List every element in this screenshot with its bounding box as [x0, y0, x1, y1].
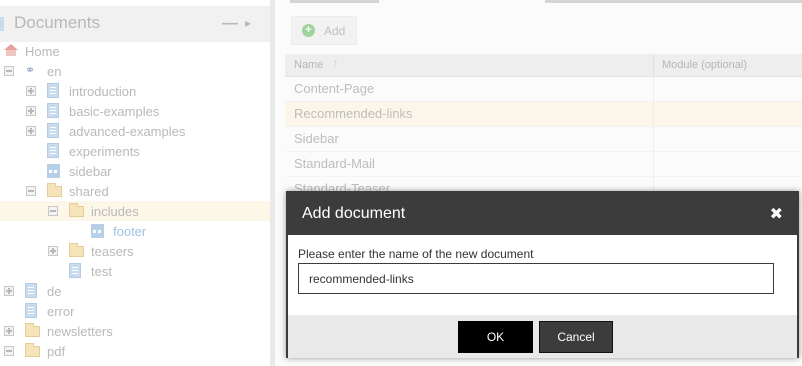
tree-item-label: en	[47, 64, 62, 79]
tree-item-label: Home	[25, 44, 60, 59]
collapse-toggle-icon[interactable]	[26, 186, 36, 196]
add-button[interactable]: + Add	[291, 16, 357, 45]
tree-item-includes[interactable]: includes	[0, 201, 270, 221]
tree-item-label: pdf	[47, 344, 66, 359]
expand-toggle-icon[interactable]	[48, 246, 58, 256]
tree-item-pdf[interactable]: pdf	[0, 341, 270, 361]
collapse-icon[interactable]: —	[222, 15, 238, 33]
document-icon	[47, 123, 59, 138]
component-icon	[91, 224, 104, 238]
cell-name: Content-Page	[294, 81, 375, 96]
tab-strip	[545, 0, 802, 3]
collapse-toggle-icon[interactable]	[48, 206, 58, 216]
table-header: Name ↑ Module (optional)	[285, 54, 802, 77]
column-divider	[653, 102, 654, 126]
tree-item-introduction[interactable]: introduction	[0, 81, 270, 101]
tree-item-label: newsletters	[47, 324, 113, 339]
dialog-footer: OK Cancel	[288, 315, 797, 358]
tree-item-label: error	[47, 304, 75, 319]
tree-item-label: test	[91, 264, 112, 279]
cancel-button[interactable]: Cancel	[539, 321, 613, 353]
table-body: Content-Page Recommended-links Sidebar Stan…	[285, 77, 802, 202]
ok-button[interactable]: OK	[458, 321, 533, 353]
tree-item-label: teasers	[91, 244, 134, 259]
table-row[interactable]: Standard-Mail	[285, 152, 802, 177]
document-icon	[25, 303, 37, 318]
chevron-right-icon[interactable]: ▸	[245, 16, 251, 30]
tree-item-home[interactable]: Home	[0, 41, 270, 61]
document-icon	[0, 17, 4, 31]
document-types-table: Name ↑ Module (optional) Content-Page Rec…	[285, 54, 802, 202]
folder-icon	[69, 243, 84, 257]
expand-toggle-icon[interactable]	[26, 126, 36, 136]
tree-item-label: experiments	[69, 144, 140, 159]
home-icon	[4, 44, 18, 56]
sort-ascending-icon[interactable]: ↑	[333, 57, 339, 69]
tree-item-basic-examples[interactable]: basic-examples	[0, 101, 270, 121]
tree-panel-header: Documents — ▸	[0, 6, 270, 42]
column-header-name[interactable]: Name	[294, 59, 323, 71]
tree-item-label: footer	[113, 224, 147, 239]
tree-item-label: basic-examples	[69, 104, 160, 119]
add-document-dialog: Add document ✖ Please enter the name of …	[286, 191, 799, 358]
column-divider[interactable]	[653, 54, 654, 76]
tree-item-experiments[interactable]: experiments	[0, 141, 270, 161]
document-tree-panel: Documents — ▸ Home ⚭ en introduction basic-e…	[0, 0, 270, 366]
tree-item-shared[interactable]: shared	[0, 181, 270, 201]
tree-item-label: shared	[69, 184, 109, 199]
document-icon	[25, 283, 37, 298]
document-name-input[interactable]	[298, 263, 774, 294]
tree-item-label: de	[47, 284, 62, 299]
collapse-toggle-icon[interactable]	[4, 66, 14, 76]
add-button-label: Add	[324, 24, 346, 38]
tree-item-teasers[interactable]: teasers	[0, 241, 270, 261]
table-row[interactable]: Content-Page	[285, 77, 802, 102]
folder-icon	[25, 323, 40, 337]
column-divider	[653, 77, 654, 101]
document-name-label: Please enter the name of the new documen…	[298, 247, 534, 261]
tree-item-error[interactable]: error	[0, 301, 270, 321]
component-icon	[47, 164, 60, 178]
collapse-toggle-icon[interactable]	[4, 346, 14, 356]
tree-item-label: includes	[91, 204, 139, 219]
tree-item-sidebar[interactable]: sidebar	[0, 161, 270, 181]
dialog-title: Add document	[302, 205, 406, 222]
tree-item-footer[interactable]: footer	[0, 221, 270, 241]
table-row[interactable]: Recommended-links	[285, 102, 802, 127]
dialog-header: Add document ✖	[288, 193, 797, 235]
tree-item-newsletters[interactable]: newsletters	[0, 321, 270, 341]
tree-item-en[interactable]: ⚭ en	[0, 61, 270, 81]
tree-item-test[interactable]: test	[0, 261, 270, 281]
tree-item-de[interactable]: de	[0, 281, 270, 301]
document-icon	[69, 263, 81, 278]
column-header-module[interactable]: Module (optional)	[662, 59, 747, 71]
tab-strip	[290, 0, 379, 3]
expand-toggle-icon[interactable]	[4, 326, 14, 336]
folder-icon	[47, 183, 62, 197]
column-divider	[653, 127, 654, 151]
folder-icon	[25, 343, 40, 357]
folder-icon	[69, 203, 84, 217]
tree-item-label: sidebar	[69, 164, 112, 179]
expand-toggle-icon[interactable]	[4, 286, 14, 296]
link-icon: ⚭	[25, 63, 36, 77]
expand-toggle-icon[interactable]	[26, 106, 36, 116]
tree-item-label: introduction	[69, 84, 137, 99]
add-icon: +	[302, 24, 315, 37]
cell-name: Recommended-links	[294, 106, 413, 121]
cell-name: Sidebar	[294, 131, 339, 146]
document-icon	[47, 143, 59, 158]
tree-panel-title: Documents	[14, 13, 100, 32]
expand-toggle-icon[interactable]	[26, 86, 36, 96]
close-icon[interactable]: ✖	[770, 204, 783, 224]
tree-item-advanced-examples[interactable]: advanced-examples	[0, 121, 270, 141]
column-divider	[653, 152, 654, 176]
table-row[interactable]: Sidebar	[285, 127, 802, 152]
document-icon	[47, 103, 59, 118]
cell-name: Standard-Mail	[294, 156, 375, 171]
tree-item-label: advanced-examples	[69, 124, 186, 139]
document-icon	[47, 83, 59, 98]
